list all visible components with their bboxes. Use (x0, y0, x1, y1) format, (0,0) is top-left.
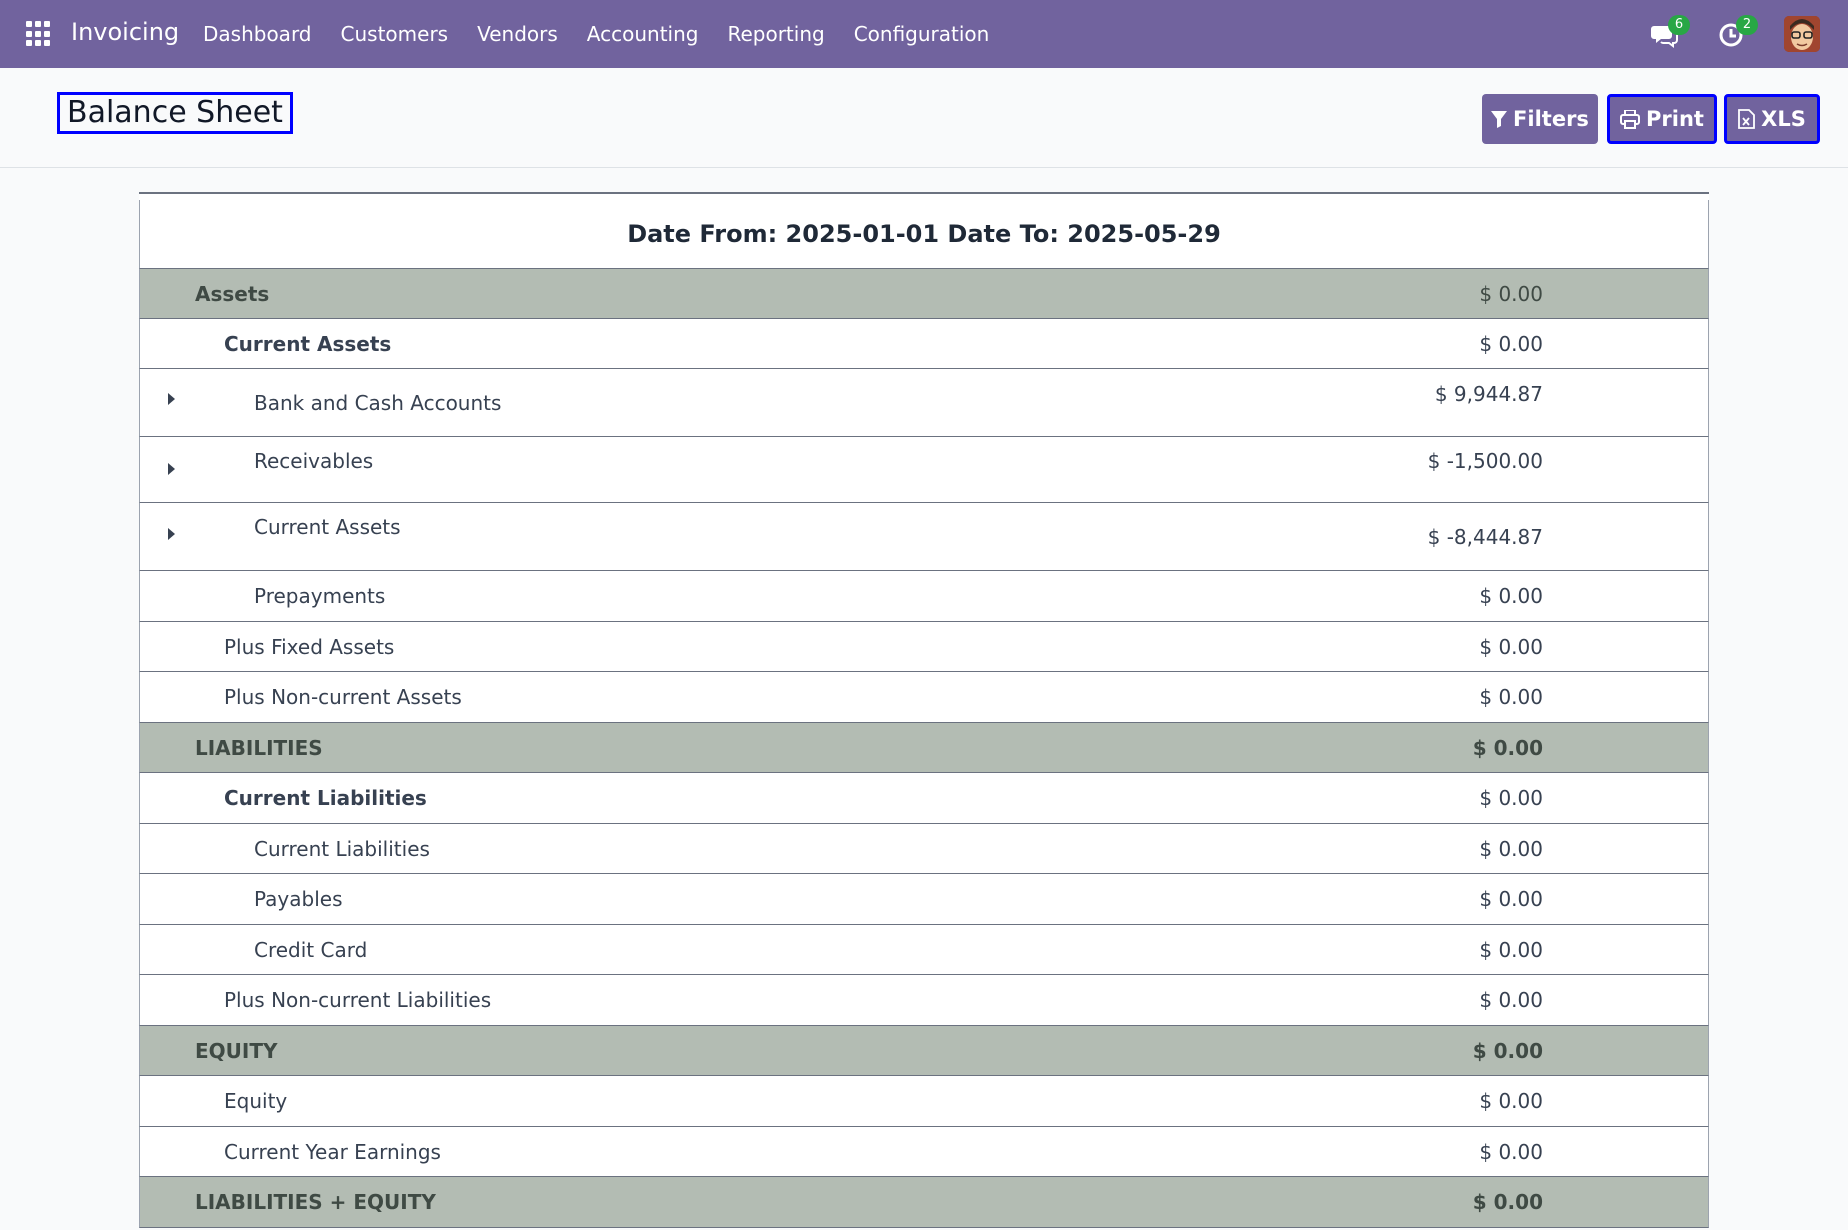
filters-button-label: Filters (1513, 107, 1589, 131)
row-label: Credit Card (254, 938, 368, 962)
row-amount: $ 0.00 (1479, 332, 1543, 356)
apps-grid-icon[interactable] (26, 21, 52, 47)
menu-item-accounting[interactable]: Accounting (587, 22, 699, 46)
report-row-current-assets-group: Current Assets $ 0.00 (139, 319, 1709, 369)
page-title: Balance Sheet (57, 92, 293, 134)
main-menu: Dashboard Customers Vendors Accounting R… (203, 22, 1018, 46)
row-amount: $ 0.00 (1479, 685, 1543, 709)
xls-button[interactable]: XLS (1724, 94, 1820, 144)
row-amount: $ -1,500.00 (1427, 449, 1543, 473)
row-amount: $ 0.00 (1479, 988, 1543, 1012)
row-amount: $ 0.00 (1479, 1140, 1543, 1164)
user-avatar[interactable] (1784, 16, 1820, 52)
menu-item-reporting[interactable]: Reporting (727, 22, 824, 46)
report-row-liabilities-plus-equity: LIABILITIES + EQUITY $ 0.00 (139, 1177, 1709, 1228)
row-amount: $ 0.00 (1479, 887, 1543, 911)
expand-caret-icon[interactable] (168, 463, 175, 475)
messages-button[interactable]: 6 (1650, 15, 1690, 48)
row-amount: $ -8,444.87 (1427, 525, 1543, 549)
menu-item-customers[interactable]: Customers (341, 22, 449, 46)
report-row-plus-non-current-liabilities: Plus Non-current Liabilities $ 0.00 (139, 975, 1709, 1026)
balance-sheet-report: Date From: 2025-01-01 Date To: 2025-05-2… (139, 192, 1709, 1228)
report-row-assets: Assets $ 0.00 (139, 269, 1709, 319)
report-row-payables: Payables $ 0.00 (139, 874, 1709, 925)
row-label: Payables (254, 887, 343, 911)
row-label: Plus Non-current Assets (224, 685, 462, 709)
print-button-label: Print (1646, 107, 1704, 131)
report-row-equity-section: EQUITY $ 0.00 (139, 1026, 1709, 1076)
report-row-bank-and-cash[interactable]: Bank and Cash Accounts $ 9,944.87 (139, 369, 1709, 437)
row-label: Equity (224, 1089, 288, 1113)
row-amount: $ 0.00 (1479, 786, 1543, 810)
row-amount: $ 0.00 (1472, 1190, 1543, 1214)
print-button[interactable]: Print (1607, 94, 1717, 144)
app-name[interactable]: Invoicing (71, 18, 179, 46)
xls-button-label: XLS (1761, 107, 1806, 131)
top-navbar: Invoicing Dashboard Customers Vendors Ac… (0, 0, 1848, 68)
expand-caret-icon[interactable] (168, 393, 175, 405)
report-row-current-year-earnings: Current Year Earnings $ 0.00 (139, 1127, 1709, 1177)
row-amount: $ 0.00 (1472, 736, 1543, 760)
menu-item-dashboard[interactable]: Dashboard (203, 22, 312, 46)
filters-button[interactable]: Filters (1482, 94, 1598, 144)
expand-caret-icon[interactable] (168, 528, 175, 540)
report-date-range: Date From: 2025-01-01 Date To: 2025-05-2… (139, 200, 1709, 269)
menu-item-vendors[interactable]: Vendors (477, 22, 558, 46)
report-row-equity: Equity $ 0.00 (139, 1076, 1709, 1127)
row-amount: $ 0.00 (1479, 1089, 1543, 1113)
row-amount: $ 0.00 (1479, 635, 1543, 659)
report-row-credit-card: Credit Card $ 0.00 (139, 925, 1709, 975)
avatar-face-icon (1784, 16, 1820, 52)
report-row-current-liabilities-group: Current Liabilities $ 0.00 (139, 773, 1709, 824)
messages-count-badge: 6 (1668, 15, 1690, 35)
menu-item-configuration[interactable]: Configuration (854, 22, 990, 46)
printer-icon (1620, 109, 1641, 129)
filter-icon (1491, 110, 1508, 128)
activities-count-badge: 2 (1736, 15, 1758, 35)
row-label: LIABILITIES + EQUITY (195, 1190, 436, 1214)
row-label: Plus Non-current Liabilities (224, 988, 492, 1012)
row-amount: $ 0.00 (1479, 938, 1543, 962)
row-amount: $ 0.00 (1479, 282, 1543, 306)
row-amount: $ 9,944.87 (1434, 382, 1543, 406)
row-label: EQUITY (195, 1039, 278, 1063)
report-row-prepayments: Prepayments $ 0.00 (139, 571, 1709, 622)
row-label: Prepayments (254, 584, 386, 608)
row-label: Assets (195, 282, 270, 306)
row-label: Current Year Earnings (224, 1140, 441, 1164)
row-amount: $ 0.00 (1479, 584, 1543, 608)
row-label: Current Assets (224, 332, 392, 356)
control-panel: Balance Sheet Filters Print XLS (0, 68, 1848, 168)
row-amount: $ 0.00 (1479, 837, 1543, 861)
report-row-plus-non-current-assets: Plus Non-current Assets $ 0.00 (139, 672, 1709, 723)
report-row-liabilities: LIABILITIES $ 0.00 (139, 723, 1709, 773)
row-label: Current Liabilities (224, 786, 427, 810)
row-label: LIABILITIES (195, 736, 323, 760)
report-row-receivables[interactable]: Receivables $ -1,500.00 (139, 437, 1709, 503)
report-row-plus-fixed-assets: Plus Fixed Assets $ 0.00 (139, 622, 1709, 672)
report-row-current-liabilities-account: Current Liabilities $ 0.00 (139, 824, 1709, 874)
row-label: Receivables (254, 449, 374, 473)
activities-button[interactable]: 2 (1718, 15, 1758, 48)
report-row-current-assets-account[interactable]: Current Assets $ -8,444.87 (139, 503, 1709, 571)
row-label: Bank and Cash Accounts (254, 391, 502, 415)
excel-file-icon (1738, 109, 1756, 129)
row-label: Current Liabilities (254, 837, 430, 861)
row-label: Current Assets (254, 515, 401, 539)
row-label: Plus Fixed Assets (224, 635, 395, 659)
row-amount: $ 0.00 (1472, 1039, 1543, 1063)
